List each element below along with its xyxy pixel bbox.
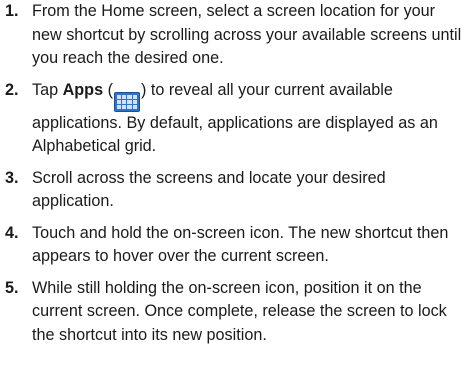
step-text: From the Home screen, select a screen lo… bbox=[32, 2, 462, 67]
step-text-before: Tap bbox=[32, 80, 63, 99]
step-number: 3. bbox=[5, 168, 19, 187]
step-text: While still holding the on-screen icon, … bbox=[32, 278, 447, 344]
step-text: Touch and hold the on-screen icon. The n… bbox=[32, 223, 449, 266]
step-text: Tap Apps () to reveal all your current a… bbox=[32, 79, 464, 159]
step-2: 2. Tap Apps () to reveal all your curren… bbox=[0, 79, 472, 159]
step-number: 4. bbox=[5, 223, 19, 242]
step-5: 5. While still holding the on-screen ico… bbox=[0, 277, 472, 348]
paren-open: ( bbox=[103, 80, 113, 99]
step-3: 3. Scroll across the screens and locate … bbox=[0, 167, 472, 214]
step-4: 4. Touch and hold the on-screen icon. Th… bbox=[0, 222, 472, 269]
apps-label: Apps bbox=[62, 80, 104, 99]
step-number: 1. bbox=[5, 2, 19, 20]
step-number: 2. bbox=[5, 80, 19, 99]
apps-grid-icon bbox=[113, 91, 140, 112]
instruction-steps: 1. From the Home screen, select a screen… bbox=[0, 0, 472, 347]
step-text: Scroll across the screens and locate you… bbox=[32, 168, 386, 211]
step-number: 5. bbox=[5, 278, 19, 297]
step-1: 1. From the Home screen, select a screen… bbox=[0, 0, 472, 71]
